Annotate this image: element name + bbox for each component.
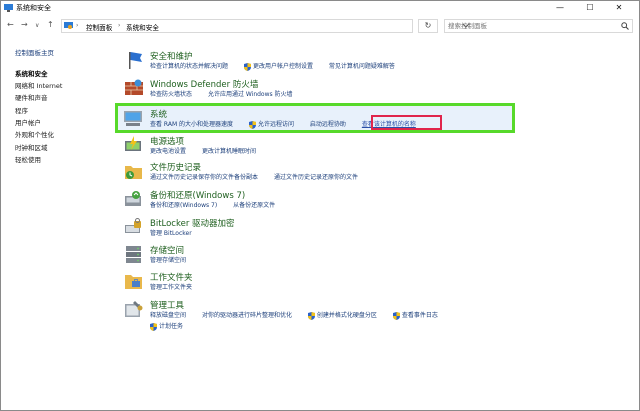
category-links: 管理工作文件夹 — [150, 282, 206, 291]
sidebar-item-programs[interactable]: 程序 — [15, 105, 28, 115]
link-battery-settings[interactable]: 更改电池设置 — [150, 146, 186, 155]
link-label: 更改用户帐户控制设置 — [252, 63, 313, 70]
breadcrumb-separator-icon: › — [76, 22, 79, 29]
control-panel-window: 系统和安全 — ☐ ✕ ← → ∨ ↑ › 控制面板 › 系统和安全 ↻ 搜索控… — [0, 0, 640, 411]
category-links: 管理存储空间 — [150, 255, 200, 264]
flag-icon — [129, 52, 142, 69]
minimize-button[interactable]: — — [547, 1, 573, 14]
breadcrumb-separator-icon: › — [118, 22, 121, 29]
category-links: 管理 BitLocker — [150, 228, 206, 237]
sidebar-item-hardware[interactable]: 硬件和声音 — [15, 92, 48, 102]
sidebar-item-home[interactable]: 控制面板主页 — [15, 47, 54, 57]
sidebar-item-clock-region[interactable]: 时钟和区域 — [15, 142, 48, 152]
computer-name-highlight-box — [371, 115, 442, 130]
uac-shield-icon — [307, 311, 315, 320]
link-manage-bitlocker[interactable]: 管理 BitLocker — [150, 228, 192, 237]
search-box[interactable] — [444, 19, 633, 33]
link-create-format-partitions[interactable]: 创建并格式化硬盘分区 — [307, 310, 377, 320]
link-label: 查看事件日志 — [401, 312, 438, 319]
bitlocker-icon — [125, 218, 141, 233]
category-links: 通过文件历史记录保存你的文件备份副本 通过文件历史记录还原你的文件 — [150, 172, 372, 181]
computer-icon — [124, 111, 142, 126]
category-links-second-row: 计划任务 — [150, 321, 197, 331]
search-icon[interactable] — [621, 22, 629, 30]
maximize-button[interactable]: ☐ — [577, 1, 603, 14]
category-links: 更改电池设置 更改计算机睡眠时间 — [150, 146, 270, 155]
link-sleep-time[interactable]: 更改计算机睡眠时间 — [202, 146, 256, 155]
link-remote-assistance[interactable]: 启动远程协助 — [310, 119, 346, 128]
uac-shield-icon — [150, 322, 157, 331]
link-event-logs[interactable]: 查看事件日志 — [392, 310, 438, 320]
refresh-button[interactable]: ↻ — [418, 19, 438, 33]
link-defragment[interactable]: 对你的驱动器进行碎片整理和优化 — [202, 310, 292, 319]
admin-tools-icon — [125, 301, 143, 317]
control-panel-icon — [4, 4, 13, 12]
system-highlight-box — [115, 103, 515, 133]
sidebar-item-appearance[interactable]: 外观和个性化 — [15, 129, 54, 139]
category-links: 备份和还原(Windows 7) 从备份还原文件 — [150, 200, 289, 209]
work-folders-icon — [125, 275, 142, 289]
link-allow-app-firewall[interactable]: 允许应用通过 Windows 防火墙 — [208, 89, 293, 98]
control-panel-small-icon — [64, 22, 73, 29]
power-icon — [125, 136, 141, 151]
backup-icon — [125, 191, 141, 206]
link-check-status[interactable]: 检查计算机的状态并解决问题 — [150, 61, 228, 70]
sidebar-item-network[interactable]: 网络和 Internet — [15, 80, 62, 90]
sidebar-item-ease-of-access[interactable]: 轻松使用 — [15, 154, 41, 164]
recent-chevron-icon[interactable]: ∨ — [35, 22, 39, 29]
close-button[interactable]: ✕ — [606, 1, 632, 14]
uac-shield-icon — [392, 311, 400, 320]
breadcrumb-control-panel[interactable]: 控制面板 — [86, 22, 112, 32]
link-restore-from-backup[interactable]: 从备份还原文件 — [233, 200, 275, 209]
link-view-ram-cpu[interactable]: 查看 RAM 的大小和处理器速度 — [150, 119, 233, 128]
address-bar[interactable]: › 控制面板 › 系统和安全 — [61, 19, 470, 33]
link-label: 创建并格式化硬盘分区 — [316, 312, 377, 319]
link-free-disk-space[interactable]: 释放磁盘空间 — [150, 310, 186, 319]
link-schedule-tasks[interactable]: 计划任务 — [150, 321, 183, 331]
link-backup-copies[interactable]: 通过文件历史记录保存你的文件备份副本 — [150, 172, 258, 181]
storage-icon — [126, 246, 141, 263]
uac-shield-icon — [248, 120, 256, 129]
link-allow-remote-access[interactable]: 允许远程访问 — [248, 119, 294, 129]
back-arrow-icon[interactable]: ← — [7, 20, 14, 29]
link-firewall-status[interactable]: 检查防火墙状态 — [150, 89, 192, 98]
link-uac-settings[interactable]: 更改用户帐户控制设置 — [243, 61, 313, 71]
link-manage-work-folders[interactable]: 管理工作文件夹 — [150, 282, 192, 291]
sidebar-item-user-accounts[interactable]: 用户帐户 — [15, 117, 41, 127]
sidebar-item-system-security[interactable]: 系统和安全 — [15, 68, 48, 78]
link-troubleshoot[interactable]: 常见计算机问题疑难解答 — [329, 61, 395, 70]
category-links: 释放磁盘空间 对你的驱动器进行碎片整理和优化 创建并格式化硬盘分区 查看事件日志 — [150, 310, 452, 320]
title-bar: 系统和安全 — ☐ ✕ — [1, 1, 639, 15]
link-label: 计划任务 — [159, 323, 184, 330]
forward-arrow-icon[interactable]: → — [21, 20, 28, 29]
file-history-icon — [125, 166, 142, 179]
category-links: 检查计算机的状态并解决问题 更改用户帐户控制设置 常见计算机问题疑难解答 — [150, 61, 409, 71]
category-links: 检查防火墙状态 允许应用通过 Windows 防火墙 — [150, 89, 307, 98]
breadcrumb-system-security[interactable]: 系统和安全 — [126, 22, 159, 32]
firewall-icon — [125, 79, 143, 95]
link-backup-restore-win7[interactable]: 备份和还原(Windows 7) — [150, 200, 217, 209]
window-title: 系统和安全 — [16, 4, 51, 12]
uac-shield-icon — [243, 62, 251, 71]
up-arrow-icon[interactable]: ↑ — [47, 20, 54, 29]
link-manage-storage-spaces[interactable]: 管理存储空间 — [150, 255, 186, 264]
search-input[interactable] — [445, 20, 618, 32]
link-label: 允许远程访问 — [257, 121, 294, 128]
link-restore-files[interactable]: 通过文件历史记录还原你的文件 — [274, 172, 358, 181]
navigation-bar: ← → ∨ ↑ › 控制面板 › 系统和安全 ↻ — [1, 15, 639, 37]
